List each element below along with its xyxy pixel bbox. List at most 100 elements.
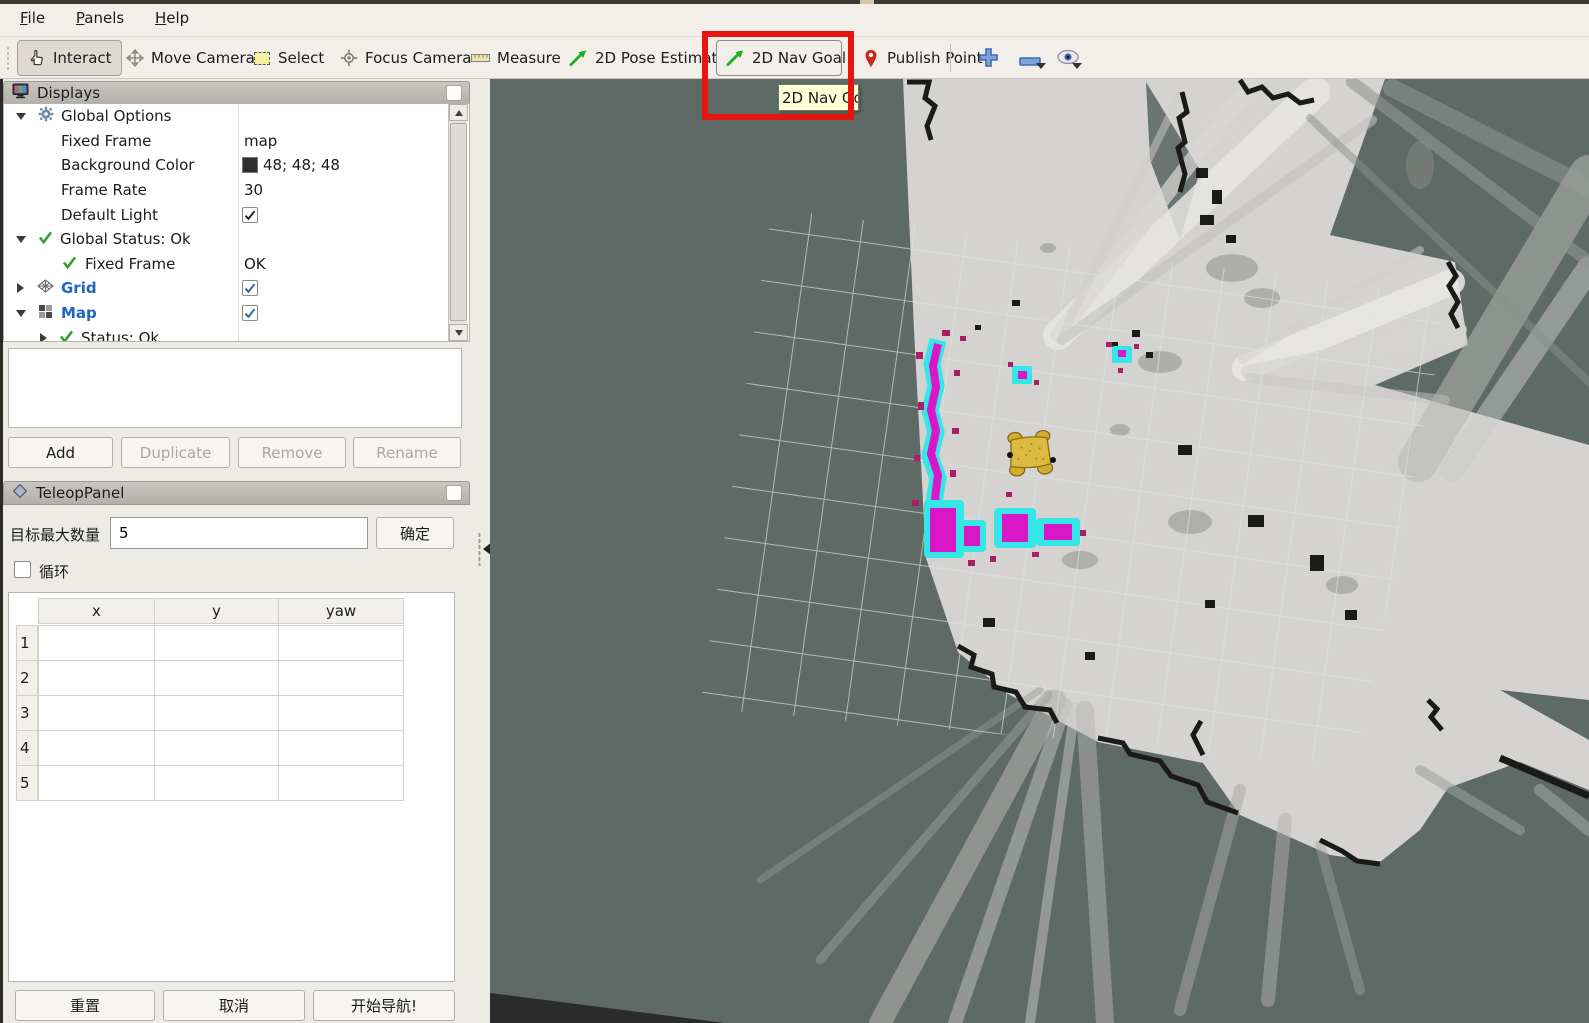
grid-enabled-checkbox[interactable] [242,280,258,296]
robot-side-marker-left [1007,452,1013,458]
menu-file[interactable]: File [14,4,51,32]
menu-panels[interactable]: Panels [70,4,130,32]
color-swatch[interactable] [242,157,258,173]
hand-cursor-icon [27,49,46,68]
row-header[interactable]: 2 [16,660,38,696]
remove-button[interactable]: Remove [238,437,346,468]
tree-row-global-options[interactable]: Global Options [4,104,469,129]
expander-closed-icon[interactable] [17,283,24,293]
visibility-dropdown-caret[interactable] [1072,63,1082,69]
rename-button[interactable]: Rename [353,437,461,468]
scrollbar-thumb[interactable] [450,123,467,321]
default-light-checkbox[interactable] [242,207,258,223]
tree-row-map[interactable]: Map [4,301,469,326]
publish-point-tool-label: Publish Point [887,49,982,67]
focus-camera-tool-label: Focus Camera [365,49,471,67]
table-cell[interactable] [38,695,155,731]
table-cell[interactable] [278,625,404,661]
table-cell[interactable] [38,625,155,661]
tree-row-background-color[interactable]: Background Color 48; 48; 48 [4,153,469,178]
robot-side-marker-right [1050,457,1056,463]
displays-panel-titlebar[interactable]: Displays [3,81,470,105]
tree-row-map-status[interactable]: Status: Ok [4,325,469,342]
displays-tree: Global Options Fixed Frame map Backgroun… [3,103,470,342]
panel-splitter[interactable] [477,532,491,566]
grid-display-icon [37,279,54,297]
confirm-button[interactable]: 确定 [376,517,454,549]
frame-rate-value[interactable]: 30 [238,178,263,203]
column-header-x[interactable]: x [38,598,155,624]
publish-point-tool-button[interactable]: Publish Point [852,40,991,76]
menu-help[interactable]: Help [149,4,195,32]
table-cell[interactable] [278,695,404,731]
tree-row-default-light[interactable]: Default Light [4,202,469,227]
focus-camera-tool-button[interactable]: Focus Camera [330,40,480,76]
start-navigation-button[interactable]: 开始导航! [313,990,455,1021]
expander-closed-icon[interactable] [40,333,47,342]
scroll-up-button[interactable] [449,104,468,121]
goal-count-input[interactable] [110,517,368,549]
remove-dropdown-caret[interactable] [1036,63,1046,69]
tree-row-grid[interactable]: Grid [4,276,469,301]
expander-open-icon[interactable] [16,310,26,317]
measure-tool-button[interactable]: Measure [462,40,570,76]
ruler-icon [471,49,490,68]
row-header[interactable]: 1 [16,625,38,661]
tree-row-label: Global Status: Ok [60,230,191,248]
add-button[interactable]: Add [8,437,113,468]
interact-tool-button[interactable]: Interact [17,40,122,76]
tree-row-fixed-frame[interactable]: Fixed Frame map [4,129,469,154]
move-camera-tool-label: Move Camera [151,49,255,67]
row-header[interactable]: 5 [16,765,38,801]
reset-button[interactable]: 重置 [15,990,155,1021]
tree-row-global-status[interactable]: Global Status: Ok [4,227,469,252]
expander-open-icon[interactable] [16,236,26,243]
toolbar-drag-handle[interactable] [6,46,11,72]
duplicate-button[interactable]: Duplicate [121,437,230,468]
loop-label: 循环 [39,561,69,582]
table-cell[interactable] [154,765,279,801]
tree-scrollbar[interactable] [448,104,467,341]
table-cell[interactable] [154,625,279,661]
table-cell[interactable] [154,660,279,696]
3d-viewport[interactable] [490,79,1589,1023]
tree-row-label: Fixed Frame [85,255,175,273]
table-cell[interactable] [38,660,155,696]
select-tool-button[interactable]: Select [243,40,333,76]
table-cell[interactable] [278,765,404,801]
table-cell[interactable] [38,730,155,766]
row-header[interactable]: 4 [16,730,38,766]
row-header[interactable]: 3 [16,695,38,731]
tree-row-frame-rate[interactable]: Frame Rate 30 [4,178,469,203]
cancel-button[interactable]: 取消 [163,990,305,1021]
displays-panel-float-checkbox[interactable] [446,85,462,101]
loop-checkbox[interactable] [14,561,31,578]
scroll-down-button[interactable] [449,324,468,341]
table-cell[interactable] [278,730,404,766]
move-camera-tool-button[interactable]: Move Camera [116,40,264,76]
add-display-icon[interactable] [978,47,999,72]
table-cell[interactable] [38,765,155,801]
gear-icon [38,106,54,126]
toolbar-separator [950,44,951,72]
teleop-panel-float-checkbox[interactable] [446,485,462,501]
map-enabled-checkbox[interactable] [242,305,258,321]
table-cell[interactable] [278,660,404,696]
table-cell[interactable] [154,695,279,731]
tree-row-label: Default Light [61,206,158,224]
status-ok-check-icon [62,255,77,273]
tree-row-fixed-frame-status[interactable]: Fixed Frame OK [4,252,469,277]
green-arrow-icon [569,49,588,68]
teleop-panel-titlebar[interactable]: TeleopPanel [3,481,470,505]
diamond-icon [12,483,28,503]
column-header-y[interactable]: y [154,598,279,624]
fixed-frame-value[interactable]: map [238,129,277,154]
background-color-value[interactable]: 48; 48; 48 [263,156,340,174]
table-cell[interactable] [154,730,279,766]
waypoint-table: x y yaw 1 2 3 4 5 [8,592,455,982]
expander-open-icon[interactable] [16,113,26,120]
tree-row-label: Frame Rate [61,181,147,199]
display-description-box [8,348,462,428]
column-header-yaw[interactable]: yaw [278,598,404,624]
displays-panel-title: Displays [37,84,100,102]
